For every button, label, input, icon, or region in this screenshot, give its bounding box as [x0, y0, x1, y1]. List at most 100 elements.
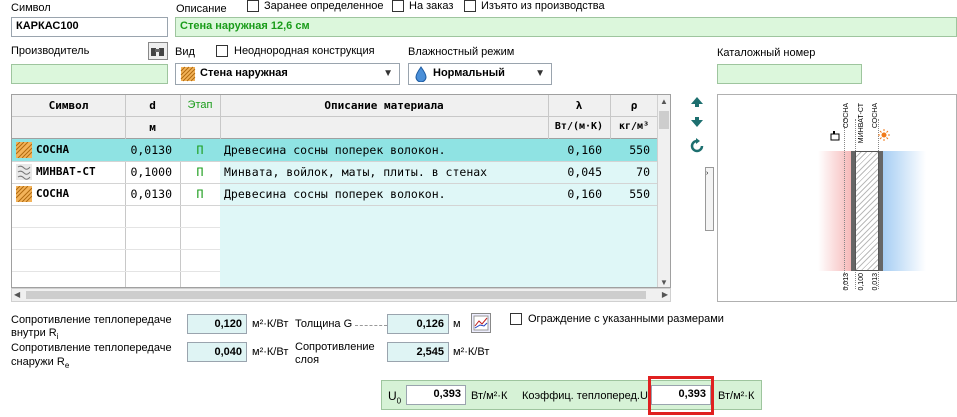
table-row[interactable]: МИНВАТ-СТ 0,1000 П Минвата, войлок, маты…: [12, 161, 659, 183]
search-binoculars-icon: [151, 48, 164, 56]
withdrawn-label: Изъято из производства: [481, 0, 605, 12]
diagram-layer-label: СОСНА: [872, 103, 879, 129]
wall-section-diagram: СОСНА МИНВАТ-СТ СОСНА 0,013 0,100 0,013: [717, 94, 957, 302]
cell-description: Древесина сосны поперек волокон.: [224, 187, 446, 201]
scroll-thumb[interactable]: [659, 111, 669, 129]
u-unit: Вт/м²·К: [718, 390, 755, 402]
refresh-icon[interactable]: [689, 138, 705, 154]
thickness-label: Толщина G: [295, 318, 353, 330]
indoor-icon: [830, 131, 840, 141]
scroll-down-icon[interactable]: ▼: [660, 278, 668, 287]
cell-symbol: МИНВАТ-СТ: [36, 165, 96, 178]
diagram-thickness-label: 0,013: [872, 273, 879, 291]
humidity-select[interactable]: Нормальный ▼: [408, 63, 552, 85]
diagram-layer-label: МИНВАТ-СТ: [858, 103, 865, 144]
cell-symbol: СОСНА: [36, 143, 70, 156]
insulation-layer: [855, 151, 879, 271]
chevron-right-icon: ›: [706, 170, 709, 177]
manufacturer-label: Производитель: [11, 45, 90, 57]
cell-lambda: 0,160: [567, 187, 602, 201]
nonuniform-label: Неоднородная конструкция: [234, 45, 375, 57]
col-unit-d: м: [149, 121, 156, 134]
scroll-right-icon[interactable]: ▶: [662, 290, 668, 299]
cell-rho: 550: [629, 187, 650, 201]
chevron-down-icon: ▼: [383, 68, 393, 79]
cell-lambda: 0,045: [567, 165, 602, 179]
chart-button[interactable]: [471, 313, 491, 333]
table-header: Символ d Этап Описание материала λ ρ м В…: [12, 95, 659, 139]
chart-icon: [473, 315, 489, 331]
cell-stage: П: [196, 187, 204, 201]
move-down-icon[interactable]: [690, 116, 704, 128]
table-row[interactable]: СОСНА 0,0130 П Древесина сосны поперек в…: [12, 183, 659, 205]
description-label: Описание: [176, 3, 227, 15]
predefined-checkbox[interactable]: [247, 0, 259, 12]
predefined-label: Заранее определенное: [264, 0, 384, 12]
u0-label: U0: [388, 389, 402, 406]
mineral-wool-icon: [16, 164, 32, 180]
u-value: 0,393: [651, 385, 711, 405]
manufacturer-input[interactable]: [11, 64, 168, 84]
humidity-label: Влажностный режим: [408, 46, 515, 58]
wood-hatch-icon: [16, 186, 32, 202]
on-order-checkbox[interactable]: [392, 0, 404, 12]
u0-value: 0,393: [406, 385, 466, 405]
rse-unit: м²·К/Вт: [252, 346, 289, 358]
scroll-thumb[interactable]: [26, 291, 646, 299]
layer-res-label-line2: слоя: [295, 354, 320, 366]
symbol-label: Символ: [11, 2, 51, 14]
fence-dimensions-label: Ограждение с указанными размерами: [528, 313, 724, 325]
on-order-label: На заказ: [409, 0, 454, 12]
type-select-value: Стена наружная: [200, 67, 288, 79]
cell-d: 0,0130: [130, 143, 172, 157]
cell-stage: П: [196, 143, 204, 157]
fence-dimensions-checkbox[interactable]: [510, 313, 522, 325]
type-label: Вид: [175, 46, 195, 58]
col-header-stage: Этап: [187, 99, 213, 111]
catalog-label: Каталожный номер: [717, 47, 816, 59]
type-select[interactable]: Стена наружная ▼: [175, 63, 400, 85]
manufacturer-lookup-button[interactable]: [148, 42, 168, 60]
sun-icon: [878, 129, 890, 141]
layer-res-unit: м²·К/Вт: [453, 346, 490, 358]
cell-lambda: 0,160: [567, 143, 602, 157]
rsi-label-line1: Сопротивление теплопередаче: [11, 314, 172, 326]
cell-description: Древесина сосны поперек волокон.: [224, 143, 446, 157]
thickness-value: 0,126: [387, 314, 449, 334]
table-horizontal-scrollbar[interactable]: ◀ ▶: [11, 288, 671, 302]
col-header-description: Описание материала: [324, 99, 444, 112]
scroll-left-icon[interactable]: ◀: [14, 290, 20, 299]
thickness-unit: м: [453, 318, 461, 330]
diagram-layer-label: СОСНА: [843, 103, 850, 129]
rse-label-line1: Сопротивление теплопередаче: [11, 342, 172, 354]
rse-input[interactable]: 0,040: [187, 342, 247, 362]
symbol-input[interactable]: КАРКАС100: [11, 17, 168, 37]
description-input[interactable]: Стена наружная 12,6 см: [175, 17, 957, 37]
outside-temperature-zone: [878, 151, 926, 271]
move-up-icon[interactable]: [690, 96, 704, 108]
diagram-thickness-label: 0,100: [858, 273, 865, 291]
wood-hatch-icon: [16, 142, 32, 158]
rsi-input[interactable]: 0,120: [187, 314, 247, 334]
materials-table: Символ d Этап Описание материала λ ρ м В…: [11, 94, 671, 288]
catalog-input[interactable]: [717, 64, 862, 84]
rsi-label-line2: внутри Ri: [11, 327, 59, 342]
cell-d: 0,1000: [130, 165, 172, 179]
outer-board-layer: [879, 151, 883, 271]
withdrawn-checkbox[interactable]: [464, 0, 476, 12]
col-unit-lambda: Вт/(м·К): [554, 121, 604, 132]
u-label: Коэффиц. теплоперед.U: [522, 390, 648, 402]
cell-rho: 550: [629, 143, 650, 157]
layer-res-label-line1: Сопротивление: [295, 341, 375, 353]
u0-unit: Вт/м²·К: [471, 390, 508, 402]
chevron-down-icon: ▼: [535, 68, 545, 79]
table-row[interactable]: СОСНА 0,0130 П Древесина сосны поперек в…: [12, 139, 659, 161]
nonuniform-checkbox[interactable]: [216, 45, 228, 57]
col-header-lambda: λ: [575, 99, 583, 112]
col-unit-rho: кг/м³: [618, 121, 650, 132]
table-vertical-scrollbar[interactable]: ▲ ▼: [657, 95, 670, 287]
humidity-select-value: Нормальный: [433, 67, 505, 79]
water-drop-icon: [415, 66, 427, 82]
diagram-splitter[interactable]: ›: [705, 167, 714, 231]
scroll-up-icon[interactable]: ▲: [660, 97, 668, 106]
